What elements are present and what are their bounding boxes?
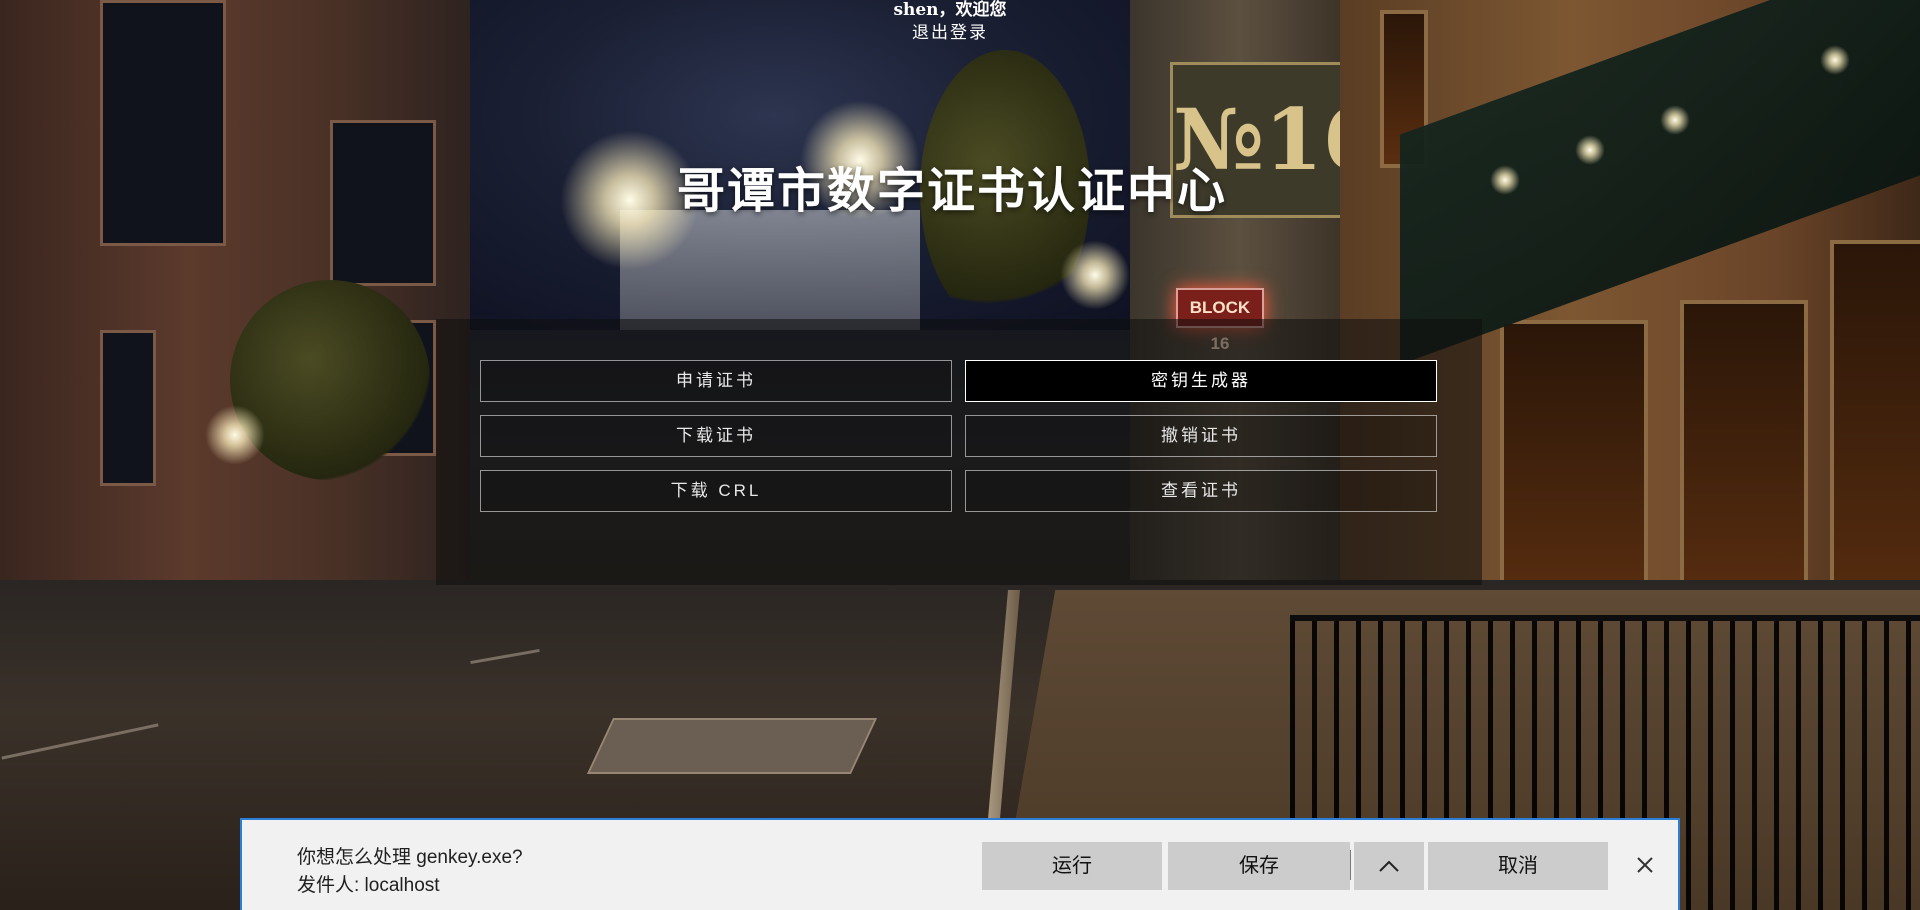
cancel-button[interactable]: 取消 [1428, 842, 1608, 890]
string-light [1820, 45, 1850, 75]
apply-cert-button[interactable]: 申请证书 [480, 360, 952, 402]
street-lamp-glow [205, 405, 265, 465]
download-publisher: 发件人: localhost [297, 875, 440, 896]
logout-link[interactable]: 退出登录 [0, 21, 1900, 45]
download-question: 你想怎么处理 genkey.exe? [297, 847, 523, 868]
page-title: 哥谭市数字证书认证中心 [676, 165, 1227, 218]
run-button[interactable]: 运行 [982, 842, 1162, 890]
download-cert-button[interactable]: 下载证书 [480, 415, 952, 457]
user-greeting-area: shen，欢迎您 退出登录 [0, 0, 1900, 45]
download-crl-button[interactable]: 下载 CRL [480, 470, 952, 512]
key-generator-button[interactable]: 密钥生成器 [965, 360, 1437, 402]
save-split-divider [1350, 850, 1351, 880]
revoke-cert-button[interactable]: 撤销证书 [965, 415, 1437, 457]
left-building [0, 0, 470, 600]
download-notification-bar: 你想怎么处理 genkey.exe? 发件人: localhost 运行 保存 … [240, 818, 1680, 910]
close-download-bar-button[interactable] [1630, 850, 1660, 880]
chevron-up-icon [1379, 860, 1399, 872]
greeting-text: shen，欢迎您 [893, 0, 1007, 20]
function-menu-panel: 申请证书 密钥生成器 下载证书 撤销证书 下载 CRL 查看证书 [436, 319, 1482, 585]
string-light [1660, 105, 1690, 135]
save-options-button[interactable] [1354, 842, 1424, 890]
view-cert-button[interactable]: 查看证书 [965, 470, 1437, 512]
save-button[interactable]: 保存 [1168, 842, 1350, 890]
close-icon [1637, 857, 1653, 873]
street-lamp-glow [1060, 240, 1130, 310]
manhole-cover [586, 718, 878, 774]
